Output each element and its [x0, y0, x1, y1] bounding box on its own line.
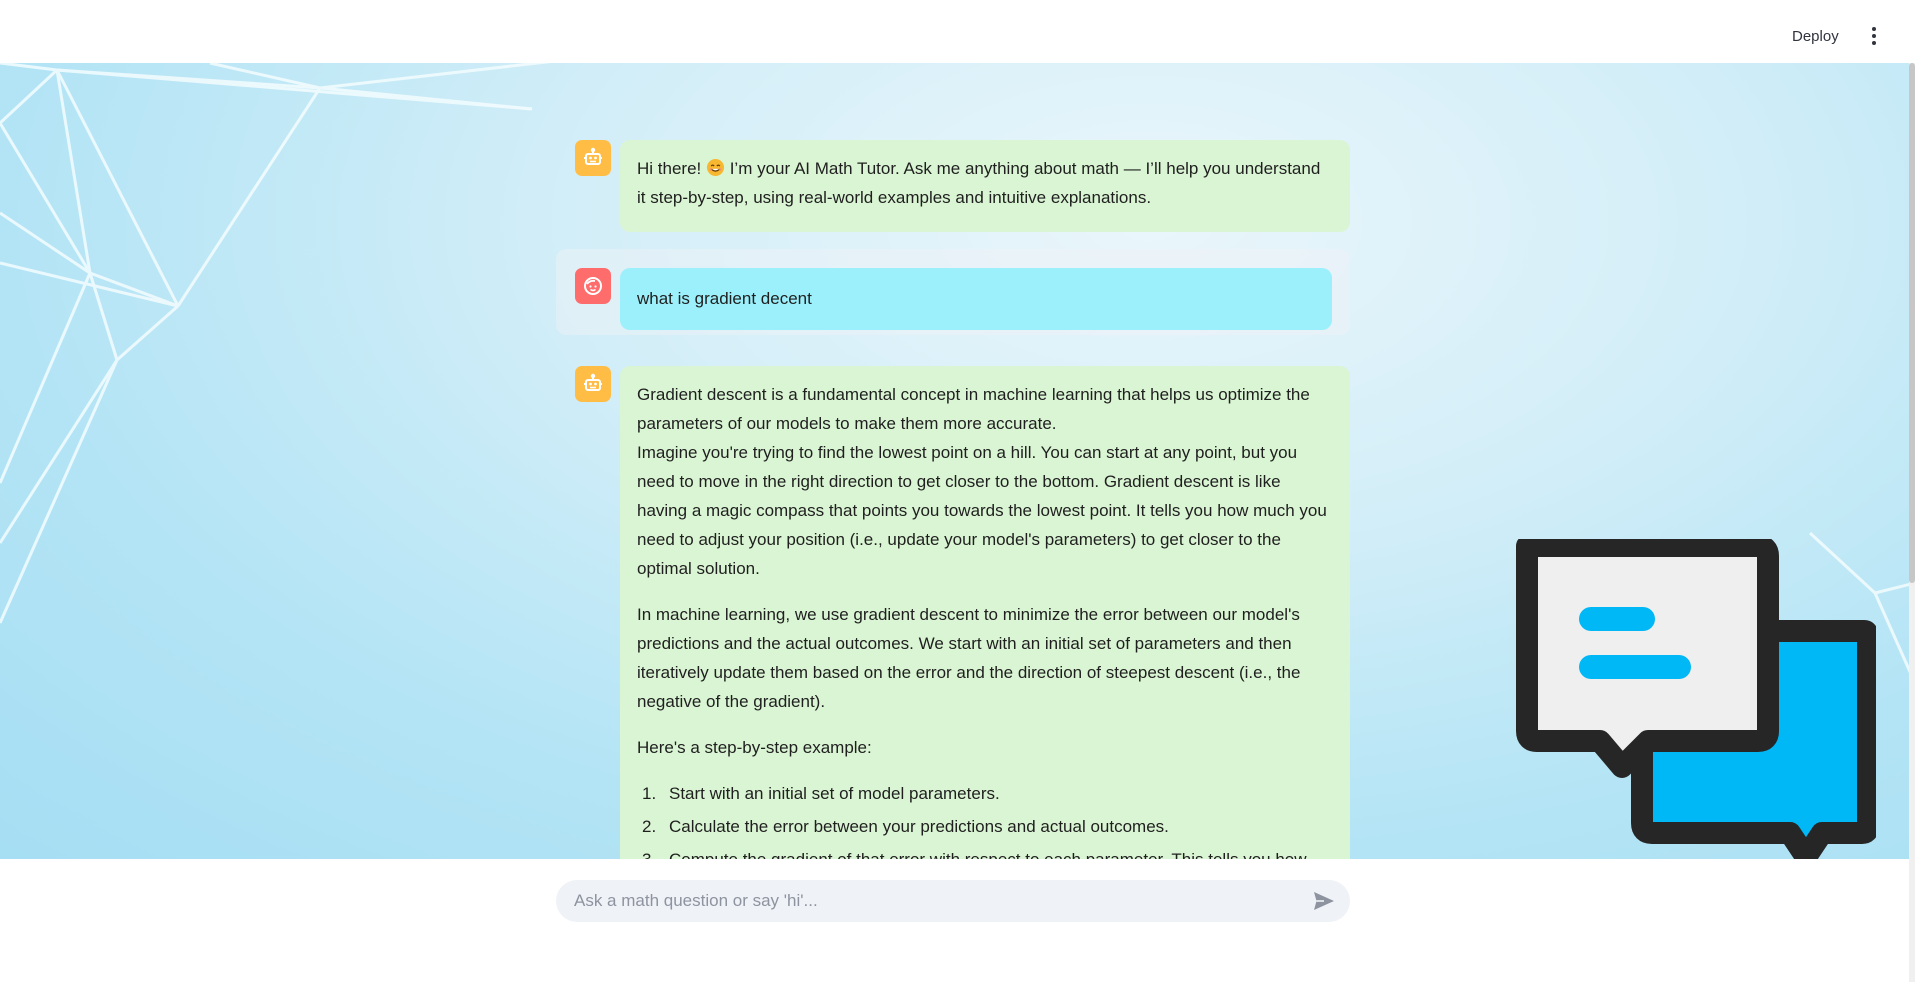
- chat-bubbles-illustration: [1516, 539, 1876, 859]
- send-icon: [1314, 892, 1334, 910]
- send-button[interactable]: [1312, 889, 1338, 913]
- main-menu-button[interactable]: [1862, 20, 1886, 52]
- list-item: 3.Compute the gradient of that error wit…: [637, 845, 1330, 859]
- message-text: I’m your AI Math Tutor. Ask me anything …: [724, 159, 1321, 178]
- chat-input-container[interactable]: [556, 880, 1350, 922]
- message-paragraph: Gradient descent is a fundamental concep…: [637, 385, 1310, 433]
- robot-icon: [584, 147, 602, 165]
- face-icon: [584, 277, 602, 295]
- top-header: Deploy: [0, 0, 1915, 63]
- assistant-message-bubble: Gradient descent is a fundamental concep…: [620, 366, 1350, 859]
- assistant-avatar: [575, 366, 611, 402]
- list-item: 2. Calculate the error between your predi…: [642, 817, 1169, 836]
- list-item: 1. Start with an initial set of model par…: [642, 784, 1000, 803]
- scrollbar-thumb[interactable]: [1909, 63, 1915, 583]
- user-message-bubble: what is gradient decent: [620, 268, 1332, 330]
- deploy-button[interactable]: Deploy: [1782, 21, 1849, 51]
- message-text: it step-by-step, using real-world exampl…: [637, 188, 1152, 207]
- assistant-avatar: [575, 140, 611, 176]
- chat-input-footer: [0, 859, 1909, 982]
- user-message: what is gradient decent: [556, 249, 1350, 335]
- robot-icon: [584, 373, 602, 391]
- steps-list: 1. Start with an initial set of model par…: [637, 779, 1330, 859]
- user-avatar: [575, 268, 611, 304]
- assistant-message-bubble: Hi there! I’m your AI Math Tutor. Ask me…: [620, 140, 1350, 232]
- vertical-ellipsis-icon: [1872, 27, 1876, 31]
- chat-main-area[interactable]: Hi there! I’m your AI Math Tutor. Ask me…: [0, 63, 1915, 859]
- smiling-face-icon: [706, 158, 725, 177]
- message-paragraph: In machine learning, we use gradient des…: [637, 605, 1301, 711]
- page-scrollbar[interactable]: [1909, 63, 1915, 982]
- message-paragraph: Imagine you're trying to find the lowest…: [637, 443, 1327, 578]
- message-text: what is gradient decent: [637, 289, 812, 308]
- message-text: Hi there!: [637, 159, 706, 178]
- chat-input[interactable]: [574, 880, 1274, 922]
- message-paragraph: Here's a step-by-step example:: [637, 738, 872, 757]
